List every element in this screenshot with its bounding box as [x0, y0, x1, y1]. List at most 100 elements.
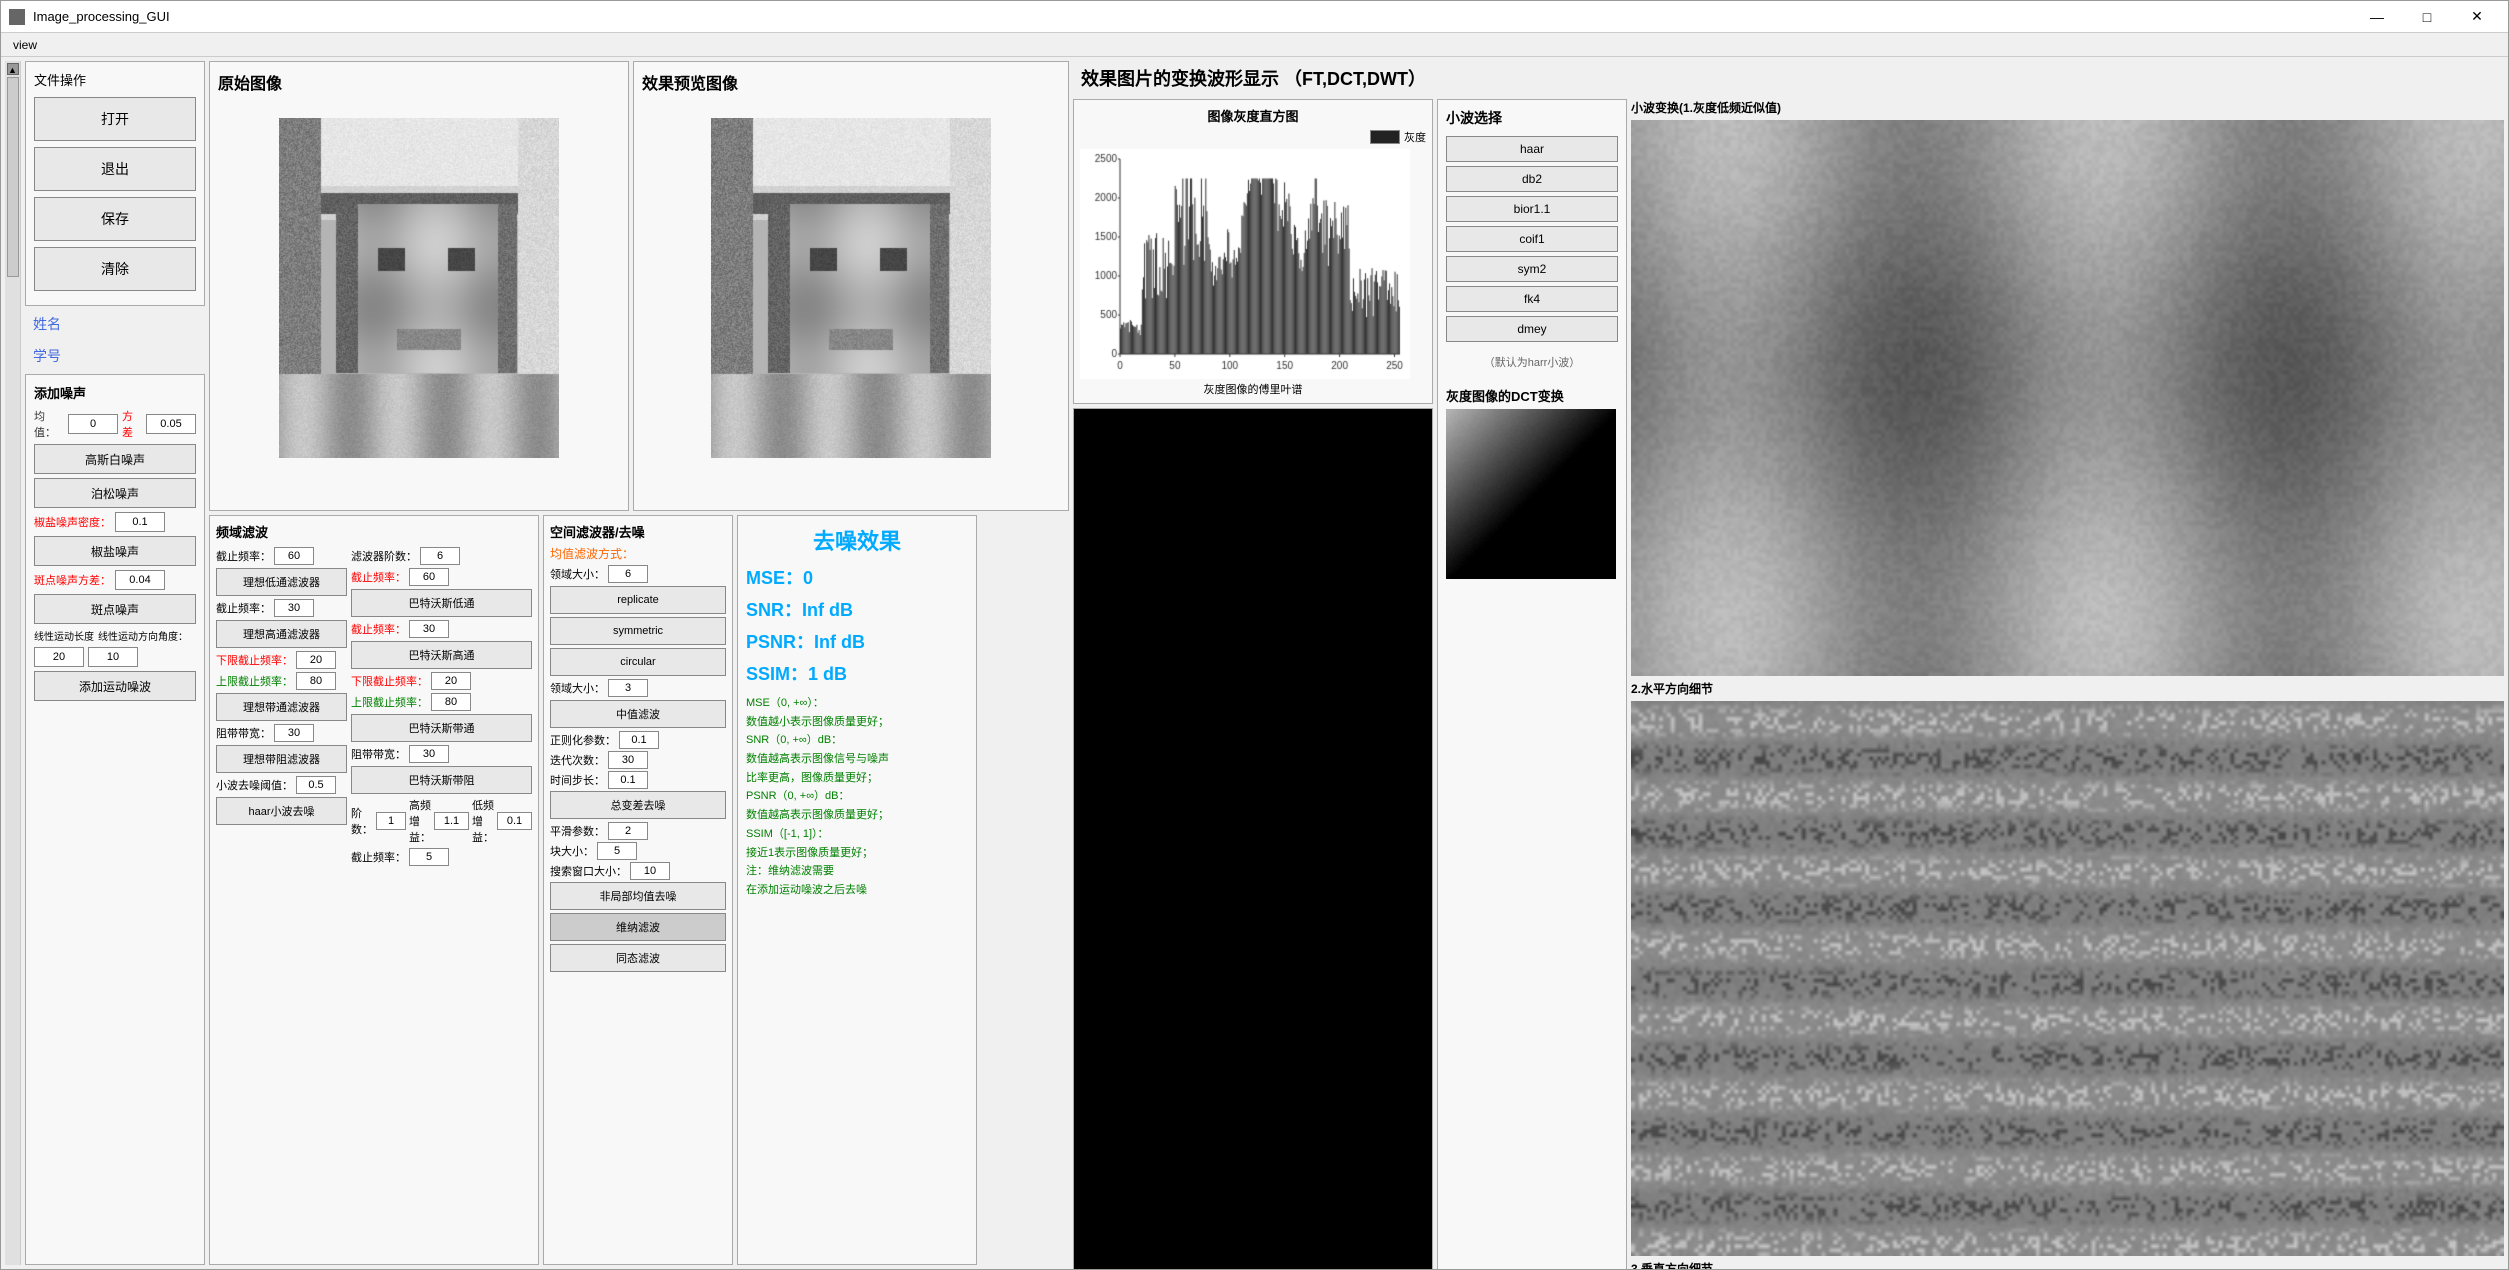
window-title: Image_processing_GUI [33, 9, 2346, 24]
close-button[interactable]: ✕ [2454, 2, 2500, 32]
iter-input[interactable] [608, 751, 648, 769]
high-gain-input[interactable] [434, 812, 469, 830]
symmetric-button[interactable]: symmetric [550, 617, 726, 645]
circular-button[interactable]: circular [550, 648, 726, 676]
wavelet-title3: 3.垂直方向细节 [1631, 1260, 2504, 1269]
steps-input[interactable] [376, 812, 406, 830]
upper-cutoff2-label: 上限截止频率： [351, 694, 428, 710]
menu-bar: view [1, 33, 2508, 57]
histogram-x-label: 灰度图像的傅里叶谱 [1080, 381, 1426, 397]
noise-variance-input[interactable] [146, 414, 196, 434]
norm-param-input[interactable] [619, 731, 659, 749]
butter-bandstop-button[interactable]: 巴特沃斯带阻 [351, 766, 532, 794]
minimize-button[interactable]: — [2354, 2, 2400, 32]
noise-panel: 添加噪声 均值： 方差 高斯白噪声 泊松噪声 椒盐噪声密度： 椒盐噪声 斑点噪声… [25, 374, 205, 1265]
butter-bandpass-button[interactable]: 巴特沃斯带通 [351, 714, 532, 742]
kernel-size-input[interactable] [608, 565, 648, 583]
desc11: 在添加运动噪波之后去噪 [746, 884, 867, 896]
salt-density-input[interactable] [115, 512, 165, 532]
wavelet-bior11-button[interactable]: bior1.1 [1446, 196, 1618, 222]
smooth-input[interactable] [608, 822, 648, 840]
cutoff5-input[interactable] [409, 568, 449, 586]
bandwidth1-row: 阻带带宽： [216, 724, 347, 742]
open-button[interactable]: 打开 [34, 97, 196, 141]
scroll-up[interactable]: ▲ [7, 63, 19, 75]
linear-length-input[interactable] [34, 647, 84, 667]
mse-metric: MSE：0 [746, 564, 968, 590]
title-bar: Image_processing_GUI — □ ✕ [1, 1, 2508, 33]
smooth-label: 平滑参数： [550, 823, 605, 839]
upper-cutoff1-input[interactable] [296, 672, 336, 690]
dct-section: 灰度图像的DCT变换 [1446, 386, 1618, 579]
filter-order-input[interactable] [420, 547, 460, 565]
median-button[interactable]: 中值滤波 [550, 700, 726, 728]
upper-cutoff2-input[interactable] [431, 693, 471, 711]
cutoff3-input[interactable] [274, 599, 314, 617]
cutoff1-label: 截止频率： [216, 548, 271, 564]
wavelet-select-panel: 小波选择 haar db2 bior1.1 coif1 sym2 fk4 dme… [1437, 99, 1627, 1269]
ideal-bandstop-button[interactable]: 理想带阻滤波器 [216, 745, 347, 773]
upper-cutoff2-row: 上限截止频率： [351, 693, 532, 711]
ideal-highpass-button[interactable]: 理想高通滤波器 [216, 620, 347, 648]
wavelet-db2-button[interactable]: db2 [1446, 166, 1618, 192]
ideal-lowpass-button[interactable]: 理想低通滤波器 [216, 568, 347, 596]
save-button[interactable]: 保存 [34, 197, 196, 241]
cutoff1-input[interactable] [274, 547, 314, 565]
poisson-noise-button[interactable]: 泊松噪声 [34, 478, 196, 508]
butter-highpass-button[interactable]: 巴特沃斯高通 [351, 641, 532, 669]
spot-variance-input[interactable] [115, 570, 165, 590]
linear-angle-input[interactable] [88, 647, 138, 667]
cutoff6-input[interactable] [409, 620, 449, 638]
wavelet-sym2-button[interactable]: sym2 [1446, 256, 1618, 282]
wavelet-haar-button[interactable]: haar [1446, 136, 1618, 162]
cutoff6-label: 截止频率： [351, 621, 406, 637]
wavelet-fk4-button[interactable]: fk4 [1446, 286, 1618, 312]
noise-mean-input[interactable] [68, 414, 118, 434]
cutoff3-label: 截止频率： [216, 600, 271, 616]
wiener-button[interactable]: 维纳滤波 [550, 913, 726, 941]
freq-filter-grid: 截止频率： 理想低通滤波器 截止频率： 理想高通滤波器 下限截止频率： [216, 547, 532, 869]
main-window: Image_processing_GUI — □ ✕ view ▲ 文件操作 打… [0, 0, 2509, 1270]
linear-length-item: 线性运动长度 线性运动方向角度： [34, 628, 188, 643]
wavelet-thresh-input[interactable] [296, 776, 336, 794]
gaussian-noise-button[interactable]: 高斯白噪声 [34, 444, 196, 474]
salt-noise-button[interactable]: 椒盐噪声 [34, 536, 196, 566]
haar-denoise-button[interactable]: haar小波去噪 [216, 797, 347, 825]
ssim-metric: SSIM：1 dB [746, 660, 968, 686]
norm-param-label: 正则化参数： [550, 732, 616, 748]
maximize-button[interactable]: □ [2404, 2, 2450, 32]
time-step-input[interactable] [608, 771, 648, 789]
median-kernel-input[interactable] [608, 679, 648, 697]
snr-metric: SNR：Inf dB [746, 596, 968, 622]
cutoff8-input[interactable] [409, 848, 449, 866]
wavelet-dmey-button[interactable]: dmey [1446, 316, 1618, 342]
lower-cutoff1-input[interactable] [296, 651, 336, 669]
lower-cutoff2-input[interactable] [431, 672, 471, 690]
desc9: 接近1表示图像质量更好； [746, 847, 873, 859]
linear-values-row [34, 647, 196, 667]
motion-noise-button[interactable]: 添加运动噪波 [34, 671, 196, 701]
nlm-button[interactable]: 非局部均值去噪 [550, 882, 726, 910]
spot-noise-button[interactable]: 斑点噪声 [34, 594, 196, 624]
block-size-input[interactable] [597, 842, 637, 860]
id-label[interactable]: 学号 [25, 342, 205, 370]
total-var-button[interactable]: 总变差去噪 [550, 791, 726, 819]
wavelet-coif1-button[interactable]: coif1 [1446, 226, 1618, 252]
bandwidth1-input[interactable] [274, 724, 314, 742]
replicate-button[interactable]: replicate [550, 586, 726, 614]
exit-button[interactable]: 退出 [34, 147, 196, 191]
ideal-bandpass-button[interactable]: 理想带通滤波器 [216, 693, 347, 721]
scroll-thumb[interactable] [7, 77, 19, 277]
butter-lowpass-button[interactable]: 巴特沃斯低通 [351, 589, 532, 617]
search-win-input[interactable] [630, 862, 670, 880]
preview-image-container [638, 98, 1064, 478]
kernel-size-row: 领域大小： [550, 565, 726, 583]
bandwidth2-input[interactable] [409, 745, 449, 763]
low-gain-input[interactable] [497, 812, 532, 830]
desc2: 数值越小表示图像质量更好； [746, 716, 889, 728]
menu-view[interactable]: view [5, 36, 45, 54]
name-label[interactable]: 姓名 [25, 310, 205, 338]
clear-button[interactable]: 清除 [34, 247, 196, 291]
desc5: 比率更高，图像质量更好； [746, 772, 878, 784]
homomorphic-button[interactable]: 同态滤波 [550, 944, 726, 972]
